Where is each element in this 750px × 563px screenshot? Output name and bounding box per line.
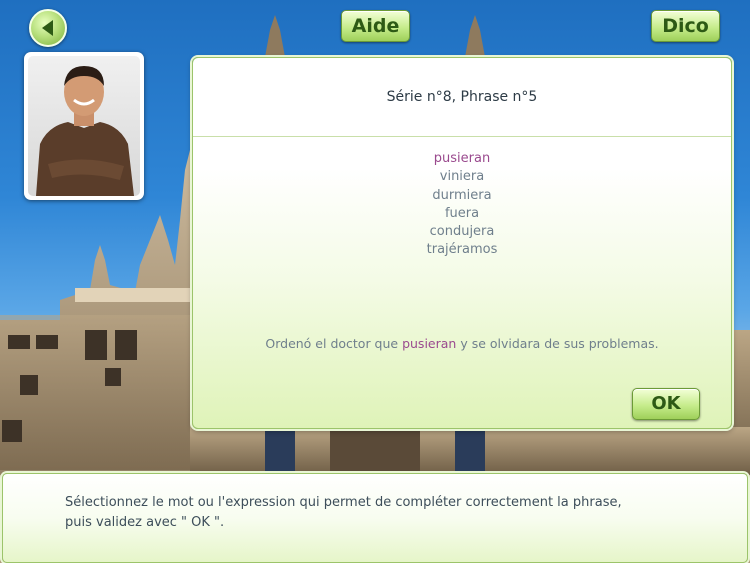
back-button[interactable] bbox=[29, 9, 67, 47]
sentence-answer: pusieran bbox=[402, 336, 457, 351]
page-title: Série n°8, Phrase n°5 bbox=[386, 89, 538, 105]
sentence-start: Ordenó el doctor que bbox=[265, 336, 403, 351]
sentence-end: y se olvidara de sus problemas. bbox=[456, 336, 659, 351]
avatar-photo bbox=[28, 56, 140, 196]
instruction-line-2: puis validez avec " OK ". bbox=[65, 515, 225, 530]
dictionary-button[interactable]: Dico bbox=[651, 10, 720, 42]
choice-item-3[interactable]: durmiera bbox=[193, 187, 731, 205]
choice-list: pusieran viniera durmiera fuera condujer… bbox=[193, 150, 731, 260]
exercise-sentence: Ordenó el doctor que pusieran y se olvid… bbox=[193, 336, 731, 351]
ok-button[interactable]: OK bbox=[632, 388, 700, 420]
instruction-line-1: Sélectionnez le mot ou l'expression qui … bbox=[65, 495, 622, 510]
instruction-text: Sélectionnez le mot ou l'expression qui … bbox=[65, 493, 705, 533]
exercise-panel: Série n°8, Phrase n°5 pusieran viniera d… bbox=[192, 57, 732, 429]
instruction-bar: Sélectionnez le mot ou l'expression qui … bbox=[2, 473, 748, 563]
avatar bbox=[24, 52, 144, 200]
help-button[interactable]: Aide bbox=[341, 10, 410, 42]
choice-item-6[interactable]: trajéramos bbox=[193, 241, 731, 259]
person-icon bbox=[36, 66, 134, 196]
choice-item-5[interactable]: condujera bbox=[193, 223, 731, 241]
choice-item-2[interactable]: viniera bbox=[193, 168, 731, 186]
divider bbox=[193, 136, 731, 137]
back-arrow-icon bbox=[42, 20, 53, 36]
choice-item-4[interactable]: fuera bbox=[193, 205, 731, 223]
choice-item-1[interactable]: pusieran bbox=[193, 150, 731, 168]
